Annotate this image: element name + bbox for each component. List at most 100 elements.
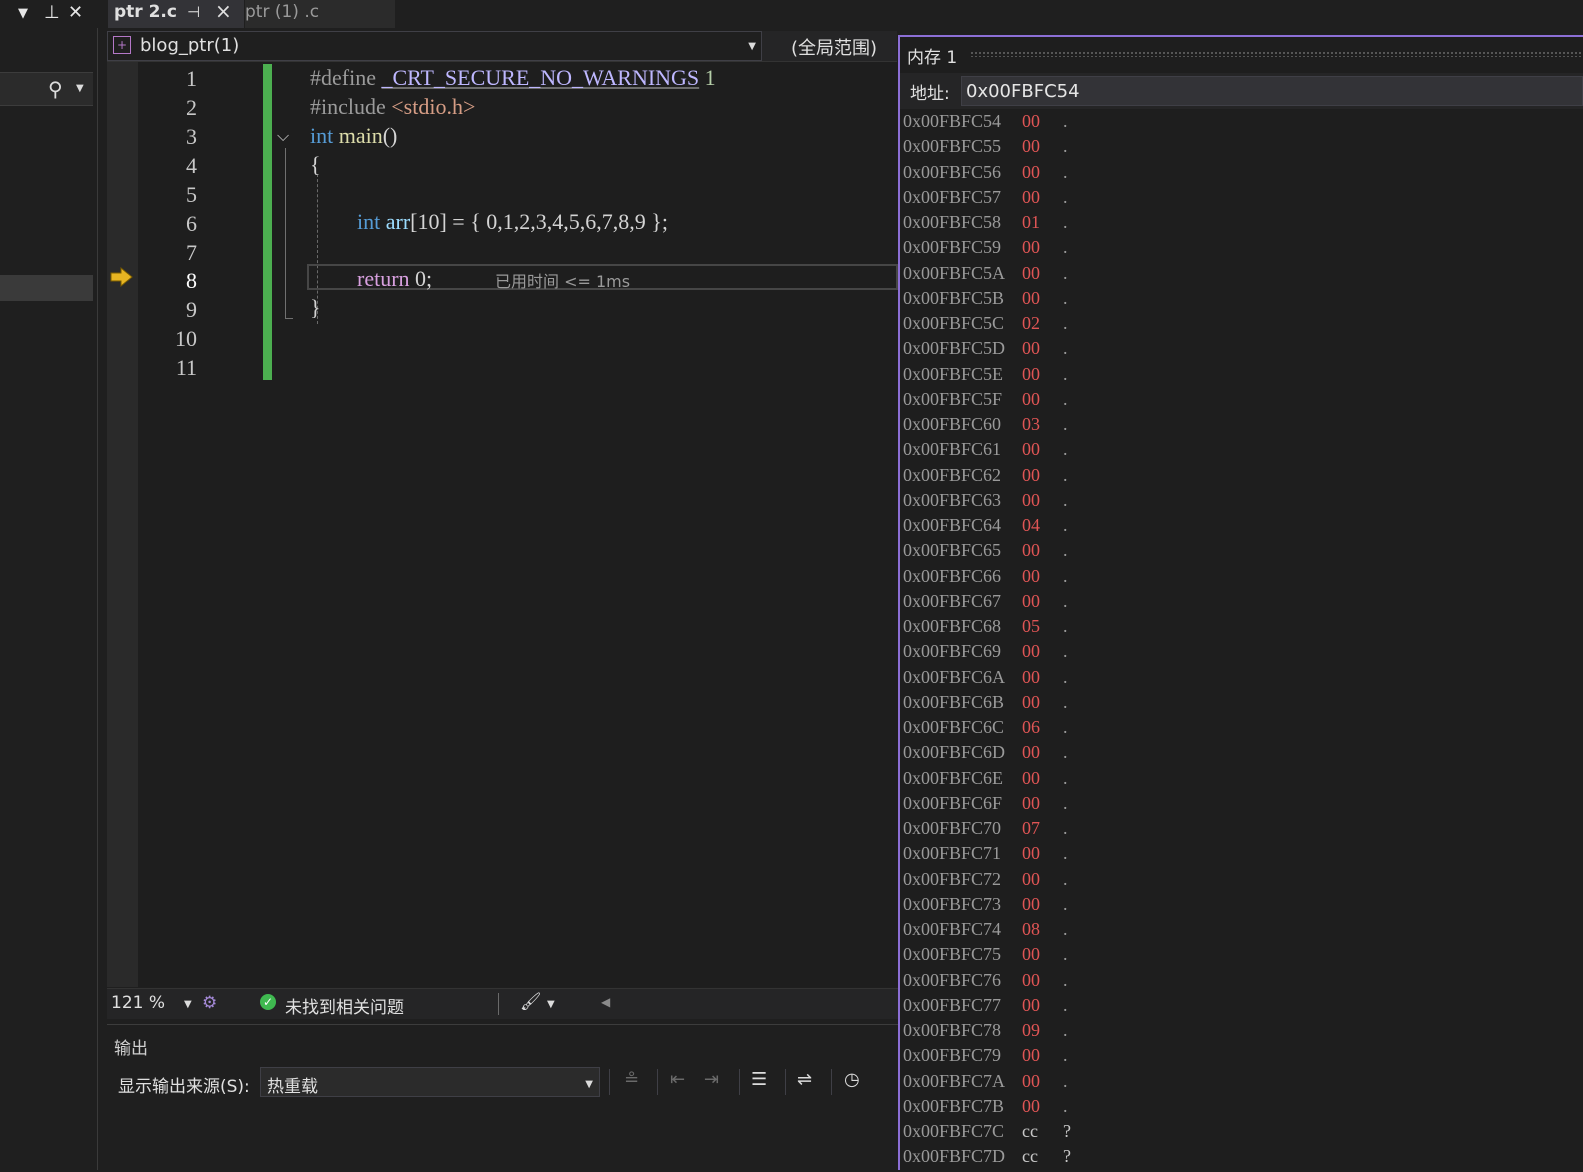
memory-char: . — [1063, 540, 1068, 561]
memory-byte[interactable]: 00 — [1022, 187, 1040, 208]
memory-byte[interactable]: 00 — [1022, 389, 1040, 410]
close-icon[interactable]: ✕ — [68, 2, 83, 23]
chevron-down-icon[interactable]: ▼ — [547, 999, 555, 1010]
code-line-6[interactable]: int arr[10] = { 0,1,2,3,4,5,6,7,8,9 }; — [357, 209, 668, 235]
memory-address: 0x00FBFC79 — [903, 1045, 1002, 1066]
memory-byte[interactable]: 00 — [1022, 667, 1040, 688]
memory-byte[interactable]: 00 — [1022, 1045, 1040, 1066]
memory-byte[interactable]: cc — [1022, 1146, 1038, 1167]
memory-byte[interactable]: 00 — [1022, 136, 1040, 157]
project-dropdown[interactable]: + blog_ptr(1) ▼ — [107, 31, 762, 61]
memory-char: . — [1063, 792, 1068, 813]
code-line-9[interactable]: } — [310, 295, 321, 321]
line-number: 4 — [186, 153, 197, 178]
memory-char: . — [1063, 136, 1068, 157]
memory-byte[interactable]: 00 — [1022, 869, 1040, 890]
memory-byte[interactable]: 00 — [1022, 843, 1040, 864]
code-editor[interactable]: 1 2 3 4 5 6 7 8 9 10 11 ⌵ #define _CRT_S… — [107, 62, 898, 987]
memory-byte[interactable]: 00 — [1022, 566, 1040, 587]
memory-byte[interactable]: 01 — [1022, 212, 1040, 233]
clock-icon[interactable]: ◷ — [844, 1069, 860, 1090]
memory-byte[interactable]: cc — [1022, 1121, 1038, 1142]
memory-byte[interactable]: 04 — [1022, 515, 1040, 536]
memory-address: 0x00FBFC72 — [903, 868, 1002, 889]
find-message-icon[interactable]: ≗ — [624, 1069, 639, 1090]
memory-byte[interactable]: 00 — [1022, 364, 1040, 385]
glyph-margin[interactable] — [107, 62, 138, 987]
memory-byte[interactable]: 00 — [1022, 111, 1040, 132]
memory-char: ? — [1063, 1146, 1071, 1167]
fold-guide-end — [285, 318, 293, 319]
zoom-level[interactable]: 121 % — [111, 993, 165, 1013]
search-box[interactable]: ⚲ ▼ — [0, 72, 93, 106]
memory-window: 内存 1 地址: 0x00FBFC54 0x00FBFC54 00. 0x00FBF… — [898, 35, 1583, 1170]
memory-address: 0x00FBFC6D — [903, 742, 1006, 763]
memory-byte[interactable]: 00 — [1022, 692, 1040, 713]
memory-byte[interactable]: 07 — [1022, 818, 1040, 839]
memory-byte[interactable]: 00 — [1022, 894, 1040, 915]
memory-byte[interactable]: 02 — [1022, 313, 1040, 334]
selected-item[interactable] — [0, 275, 93, 301]
memory-byte[interactable]: 00 — [1022, 1071, 1040, 1092]
code-line-2[interactable]: #include <stdio.h> — [310, 94, 475, 120]
memory-byte[interactable]: 00 — [1022, 1096, 1040, 1117]
memory-byte[interactable]: 00 — [1022, 540, 1040, 561]
memory-byte[interactable]: 00 — [1022, 970, 1040, 991]
code-line-3[interactable]: int main() — [310, 123, 397, 149]
memory-byte[interactable]: 00 — [1022, 465, 1040, 486]
memory-byte[interactable]: 00 — [1022, 793, 1040, 814]
memory-char: . — [1063, 111, 1068, 131]
clear-all-icon[interactable]: ☰ — [751, 1069, 767, 1090]
memory-byte[interactable]: 06 — [1022, 717, 1040, 738]
memory-byte[interactable]: 00 — [1022, 439, 1040, 460]
memory-byte[interactable]: 00 — [1022, 944, 1040, 965]
intellicode-icon[interactable]: ⚙ — [202, 993, 217, 1013]
memory-byte[interactable]: 00 — [1022, 263, 1040, 284]
search-icon[interactable]: ⚲ — [48, 77, 63, 101]
pin-tab-icon[interactable]: ⊣ — [187, 0, 200, 24]
chevron-down-icon[interactable]: ▼ — [585, 1079, 593, 1090]
tab-ptr1c[interactable]: ptr (1) .c — [245, 0, 395, 28]
chevron-down-icon[interactable]: ▼ — [184, 999, 192, 1010]
memory-byte[interactable]: 05 — [1022, 616, 1040, 637]
word-wrap-icon[interactable]: ⇌ — [797, 1069, 812, 1090]
memory-byte[interactable]: 00 — [1022, 742, 1040, 763]
scroll-left-icon[interactable]: ◀ — [601, 995, 610, 1009]
address-input[interactable]: 0x00FBFC54 — [961, 76, 1583, 106]
memory-byte[interactable]: 00 — [1022, 237, 1040, 258]
code-line-8[interactable]: return 0; — [357, 266, 432, 292]
memory-byte[interactable]: 00 — [1022, 641, 1040, 662]
output-panel: 输出 显示输出来源(S): 热重载 ▼ ≗ ⇤ ⇥ ☰ ⇌ ◷ — [107, 1024, 898, 1171]
memory-byte[interactable]: 08 — [1022, 919, 1040, 940]
line-number: 7 — [186, 240, 197, 265]
previous-message-icon[interactable]: ⇤ — [670, 1069, 685, 1090]
drag-grip[interactable] — [970, 51, 1583, 57]
code-line-1[interactable]: #define _CRT_SECURE_NO_WARNINGS 1 — [310, 65, 716, 91]
memory-byte[interactable]: 00 — [1022, 995, 1040, 1016]
code-line-4[interactable]: { — [310, 152, 321, 178]
memory-byte[interactable]: 03 — [1022, 414, 1040, 435]
chevron-down-icon[interactable]: ▼ — [748, 41, 756, 52]
pin-icon[interactable]: ⊥ — [44, 2, 60, 23]
code-cleanup-icon[interactable]: 🖌 — [520, 992, 542, 1012]
chevron-down-icon[interactable]: ▼ — [76, 83, 84, 94]
memory-byte[interactable]: 00 — [1022, 768, 1040, 789]
line-number: 1 — [186, 66, 197, 91]
memory-byte[interactable]: 00 — [1022, 591, 1040, 612]
close-tab-icon[interactable]: × — [215, 0, 232, 23]
output-source-dropdown[interactable]: 热重载 ▼ — [260, 1067, 600, 1097]
dropdown-arrow-icon[interactable]: ▼ — [18, 6, 28, 21]
memory-byte[interactable]: 09 — [1022, 1020, 1040, 1041]
memory-byte[interactable]: 00 — [1022, 338, 1040, 359]
next-message-icon[interactable]: ⇥ — [704, 1069, 719, 1090]
memory-byte[interactable]: 00 — [1022, 288, 1040, 309]
memory-char: . — [1063, 843, 1068, 864]
tab-ptr2c[interactable]: ptr 2.c ⊣ × — [108, 0, 244, 28]
scope-dropdown[interactable]: (全局范围) — [767, 31, 897, 61]
memory-byte[interactable]: 00 — [1022, 162, 1040, 183]
memory-address: 0x00FBFC6C — [903, 717, 1005, 737]
collapse-icon[interactable]: ⌵ — [277, 126, 289, 146]
memory-char: . — [1063, 944, 1068, 965]
issues-status[interactable]: 未找到相关问题 — [285, 993, 404, 1018]
memory-byte[interactable]: 00 — [1022, 490, 1040, 511]
